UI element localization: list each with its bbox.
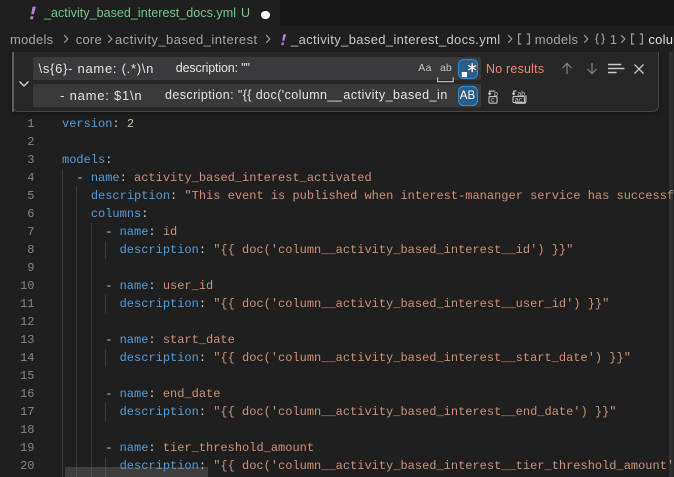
svg-text:b: b (494, 91, 498, 98)
svg-text:ac: ac (514, 97, 522, 104)
svg-text:c: c (491, 97, 495, 104)
